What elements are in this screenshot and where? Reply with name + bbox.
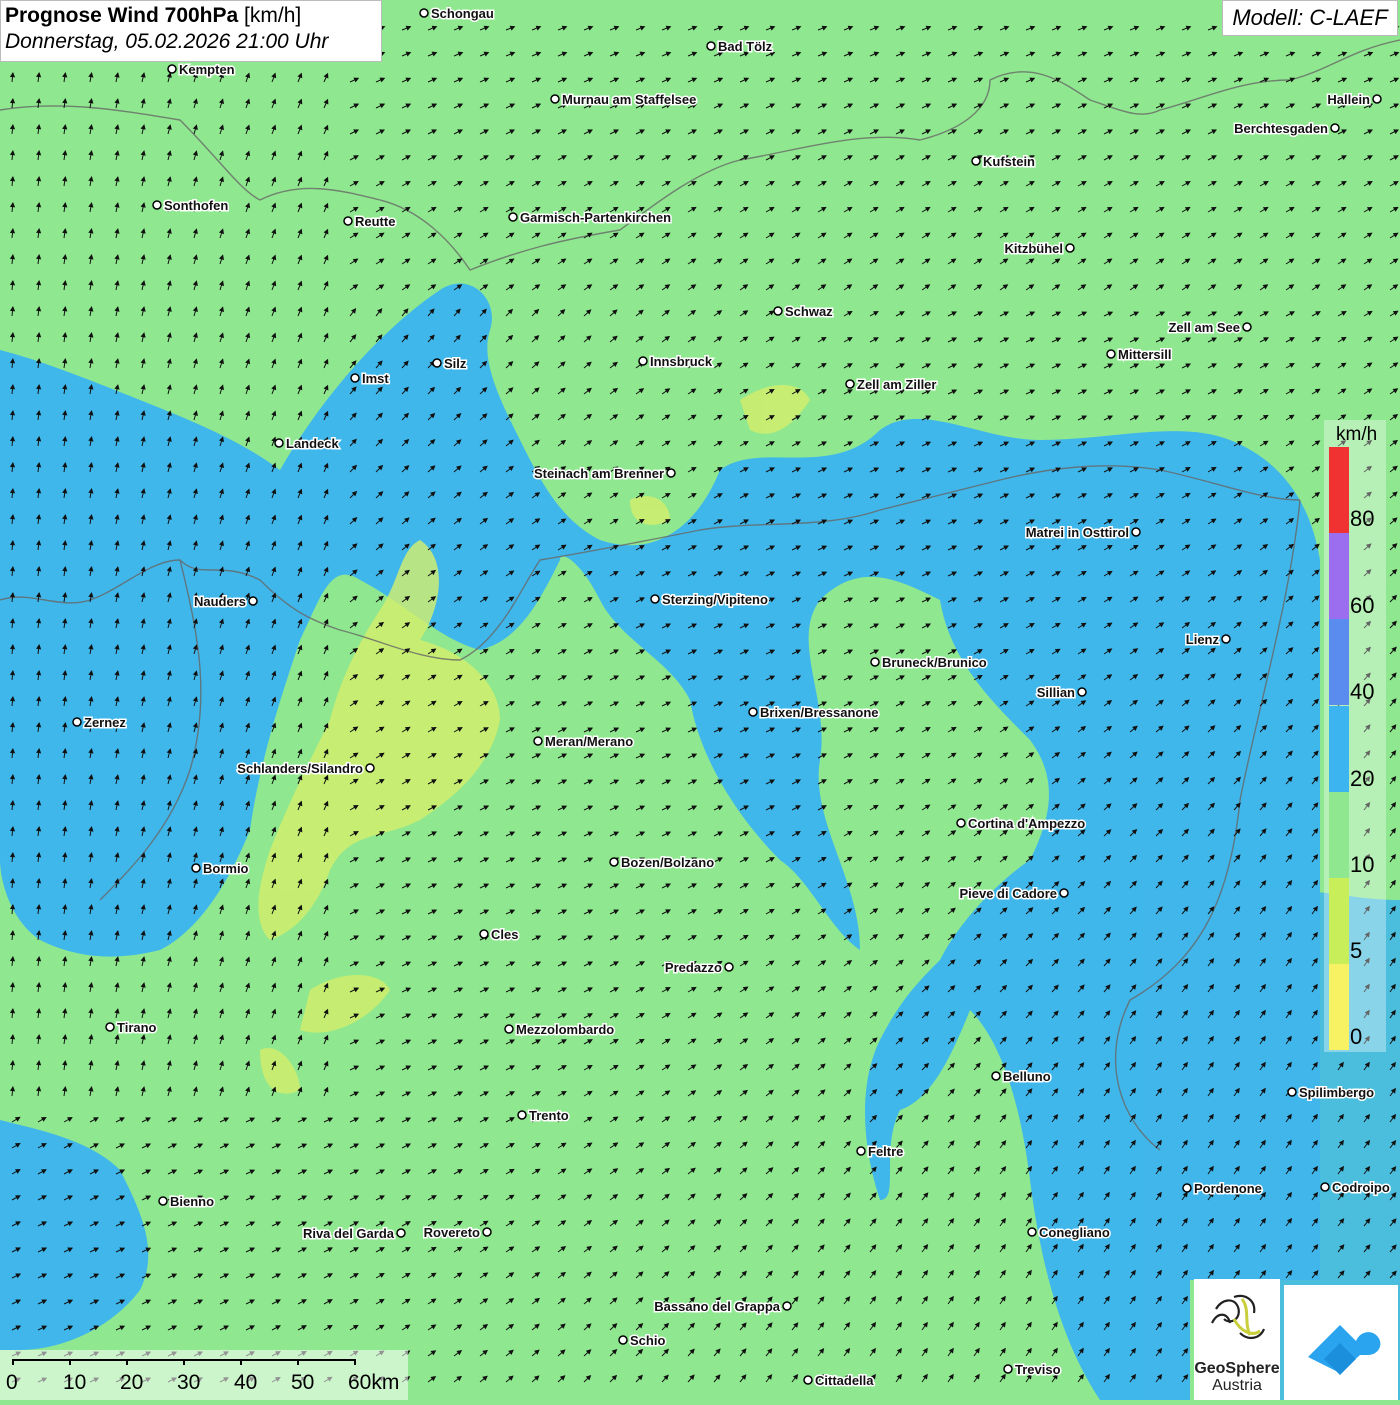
wind-map: SchongauBad TölzKemptenMurnau am Staffel… bbox=[0, 0, 1400, 1400]
